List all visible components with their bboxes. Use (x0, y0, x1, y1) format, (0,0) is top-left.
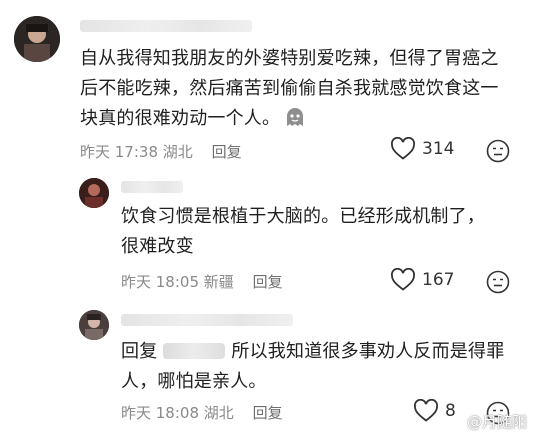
reply-prefix: 回复 (121, 341, 158, 362)
avatar[interactable] (79, 310, 109, 340)
comment-text: 回复 所以我知道很多事劝人反而是得罪 人，哪怕是亲人。 (121, 341, 505, 392)
username-blurred[interactable] (80, 20, 252, 32)
comment-meta: 昨天 17:38 湖北 回复 (80, 141, 242, 162)
location: 新疆 (203, 273, 234, 291)
comment-text: 自从我得知我朋友的外婆特别爱吃辣，但得了胃癌之 后不能吃辣，然后痛苦到偷偷自杀我… (80, 48, 499, 129)
comment-meta: 昨天 18:05 新疆 回复 (121, 271, 283, 292)
like-button[interactable]: 167 (390, 268, 454, 292)
reply-button[interactable]: 回复 (253, 273, 283, 291)
avatar[interactable] (14, 16, 60, 62)
reply-button[interactable]: 回复 (253, 404, 283, 422)
like-button[interactable]: 314 (390, 137, 454, 161)
username-blurred[interactable] (121, 314, 293, 326)
timestamp: 昨天 17:38 (80, 143, 158, 161)
heart-outline-icon (391, 137, 415, 160)
mentioned-username-blurred[interactable] (163, 343, 226, 359)
meh-face-icon[interactable] (486, 139, 510, 163)
ghost-face-emoji (287, 108, 304, 126)
like-count: 167 (422, 270, 455, 290)
timestamp: 昨天 18:08 (121, 404, 199, 422)
watermark-text: @月随阳 (466, 413, 527, 431)
meh-face-icon[interactable] (486, 270, 510, 294)
like-count: 314 (422, 139, 455, 159)
timestamp: 昨天 18:05 (121, 273, 199, 291)
heart-outline-icon (414, 399, 438, 422)
watermark: @月随阳 (445, 411, 527, 432)
comment-text: 饮食习惯是根植于大脑的。已经形成机制了， 很难改变 (121, 206, 485, 257)
heart-outline-icon (391, 268, 415, 291)
username-blurred[interactable] (121, 181, 183, 193)
location: 湖北 (162, 143, 193, 161)
location: 湖北 (203, 404, 234, 422)
avatar[interactable] (79, 178, 109, 208)
weibo-logo-icon (445, 417, 461, 430)
comment-meta: 昨天 18:08 湖北 回复 (121, 402, 283, 423)
reply-button[interactable]: 回复 (212, 143, 242, 161)
